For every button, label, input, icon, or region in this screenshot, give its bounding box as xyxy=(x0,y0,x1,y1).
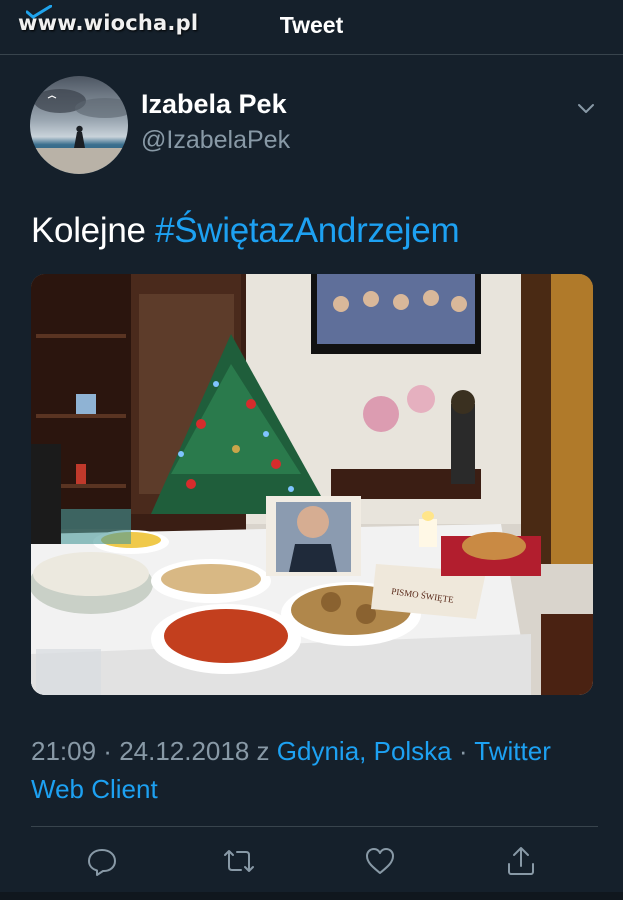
location-link[interactable]: Gdynia, Polska xyxy=(277,736,452,766)
chevron-down-icon[interactable] xyxy=(574,97,598,121)
tweet-time: 21:09 xyxy=(31,736,97,766)
display-name[interactable]: Izabela Pek xyxy=(141,89,287,120)
page-title: Tweet xyxy=(279,12,344,38)
avatar-image xyxy=(30,76,128,174)
tweet-date: 24.12.2018 xyxy=(119,736,250,766)
divider xyxy=(31,826,598,827)
photo-image: PISMO ŚWIĘTE xyxy=(31,274,593,695)
tweet-text: Kolejne #ŚwiętazAndrzejem xyxy=(31,211,460,251)
reply-icon[interactable] xyxy=(86,845,118,877)
tweet-photo[interactable]: PISMO ŚWIĘTE xyxy=(31,274,593,695)
tweet-text-plain: Kolejne xyxy=(31,211,156,250)
meta-separator: · xyxy=(451,736,475,766)
bottom-edge xyxy=(0,892,623,900)
retweet-icon[interactable] xyxy=(223,845,255,877)
avatar[interactable] xyxy=(30,76,128,174)
top-bar: www.wiocha.pl Tweet xyxy=(0,0,623,55)
share-icon[interactable] xyxy=(505,845,537,877)
username-handle[interactable]: @IzabelaPek xyxy=(141,126,290,155)
meta-separator: · xyxy=(96,736,120,766)
heart-icon[interactable] xyxy=(364,845,396,877)
tweet-meta: 21:09 · 24.12.2018 z Gdynia, Polska · Tw… xyxy=(31,732,601,808)
meta-from: z xyxy=(249,736,277,766)
hashtag-link[interactable]: #ŚwiętazAndrzejem xyxy=(155,211,460,250)
action-bar xyxy=(0,829,623,891)
